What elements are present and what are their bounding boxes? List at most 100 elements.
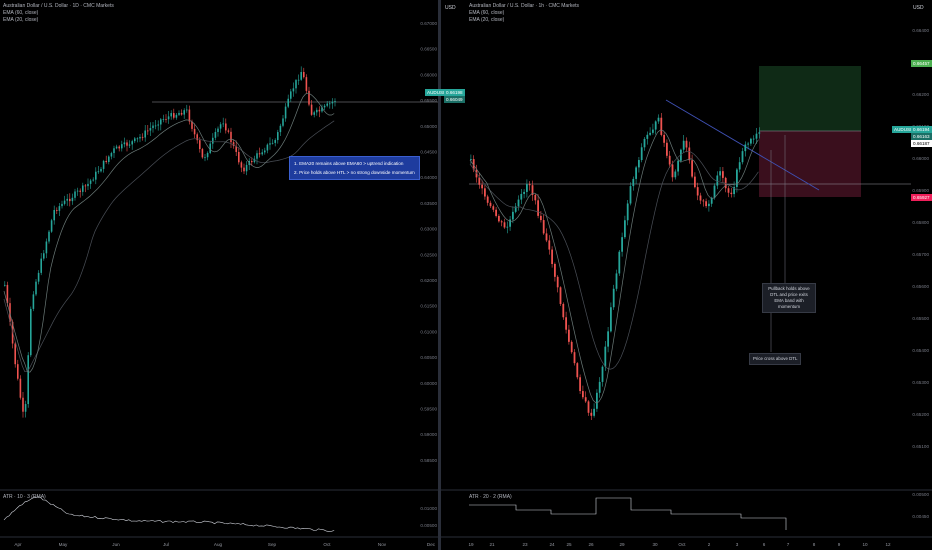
left-currency-label[interactable]: USD bbox=[445, 5, 456, 11]
left-ema20-line bbox=[3, 92, 335, 373]
right-time-label: 7 bbox=[787, 542, 790, 547]
left-time-label: Dec bbox=[427, 542, 436, 547]
right-time-label: 24 bbox=[549, 542, 555, 547]
right-candle bbox=[696, 187, 699, 196]
right-candle bbox=[607, 331, 609, 347]
right-price-tick: 0.65800 bbox=[912, 220, 929, 225]
right-candle bbox=[626, 203, 629, 221]
left-candle bbox=[256, 153, 258, 159]
right-candle bbox=[638, 160, 640, 168]
left-price-tick: 0.65500 bbox=[420, 98, 437, 103]
right-candle bbox=[534, 194, 537, 201]
left-candle bbox=[30, 308, 32, 356]
left-candle bbox=[209, 143, 211, 153]
right-candle bbox=[629, 186, 632, 204]
right-currency-label[interactable]: USD bbox=[913, 5, 924, 11]
left-candle bbox=[178, 112, 180, 115]
left-candle bbox=[32, 294, 35, 309]
left-chart-pane[interactable]: 0.67000 0.66500 0.66000 0.65500 0.65000 0.645… bbox=[0, 0, 438, 550]
left-last-price-2: 0.66049 bbox=[444, 96, 465, 103]
left-candle bbox=[141, 136, 144, 138]
right-candle bbox=[643, 138, 646, 148]
left-ema60-label: EMA (60, close) bbox=[3, 10, 39, 16]
left-candle bbox=[183, 110, 185, 115]
target-price-tag: 0.66457 bbox=[911, 60, 932, 67]
left-candle bbox=[297, 79, 300, 81]
right-candle bbox=[486, 196, 489, 203]
left-candle bbox=[126, 142, 128, 146]
left-chart-canvas[interactable]: 0.67000 0.66500 0.66000 0.65500 0.65000 0.645… bbox=[0, 0, 438, 550]
strategy-annotation-box[interactable]: 1. EMA20 remains above EMA60 > uptrend i… bbox=[289, 156, 420, 180]
left-atr-tick: 0.00500 bbox=[420, 523, 437, 528]
annotation-line-1: 1. EMA20 remains above EMA60 > uptrend i… bbox=[294, 161, 404, 166]
right-candle bbox=[568, 329, 570, 342]
cross-dtl-tooltip[interactable]: Price cross above DTL bbox=[749, 353, 802, 365]
left-candle bbox=[292, 88, 295, 92]
right-candle bbox=[612, 288, 615, 308]
right-candle bbox=[741, 151, 744, 163]
left-candle bbox=[305, 77, 308, 91]
left-candle bbox=[199, 140, 201, 150]
left-price-tick: 0.63500 bbox=[420, 201, 437, 206]
left-time-label: May bbox=[59, 542, 68, 547]
left-candle bbox=[170, 113, 172, 117]
left-candle bbox=[17, 364, 19, 379]
right-time-label: 6 bbox=[763, 542, 766, 547]
right-candle bbox=[579, 377, 581, 392]
left-candle bbox=[227, 130, 230, 132]
right-candle bbox=[738, 162, 741, 170]
pullback-tooltip[interactable]: Pullback holds above DTL and price exits… bbox=[762, 283, 816, 313]
left-candle bbox=[139, 136, 141, 139]
right-time-label: 3 bbox=[736, 542, 739, 547]
right-candle bbox=[654, 121, 657, 130]
left-candle bbox=[212, 137, 214, 144]
right-candle bbox=[671, 164, 674, 178]
left-candle bbox=[326, 103, 328, 106]
left-candle bbox=[261, 152, 263, 155]
left-price-tick: 0.66000 bbox=[420, 72, 437, 77]
right-chart-canvas[interactable]: 0.664000.663000.662000.661000.660000.659… bbox=[441, 0, 932, 550]
right-atr-tick: 0.00500 bbox=[912, 492, 929, 497]
left-candle bbox=[48, 231, 50, 242]
left-candle bbox=[318, 109, 321, 112]
left-candle bbox=[193, 128, 196, 135]
left-time-label: Sep bbox=[268, 542, 277, 547]
right-candle bbox=[624, 220, 626, 238]
left-candle bbox=[295, 80, 297, 89]
right-time-label: 9 bbox=[838, 542, 841, 547]
left-candle bbox=[230, 131, 232, 143]
left-candle bbox=[128, 144, 131, 146]
left-candle bbox=[115, 146, 118, 149]
left-price-tick: 0.62000 bbox=[420, 278, 437, 283]
left-candle bbox=[87, 183, 89, 187]
right-candle bbox=[498, 215, 500, 222]
right-candle bbox=[618, 251, 621, 274]
right-candle bbox=[682, 140, 685, 150]
left-candle bbox=[160, 119, 162, 125]
left-price-tick: 0.60500 bbox=[420, 355, 437, 360]
right-candle bbox=[582, 391, 584, 398]
right-candle bbox=[722, 171, 724, 178]
left-candle bbox=[282, 118, 284, 126]
right-last-price-2: 0.66163 bbox=[911, 133, 932, 140]
right-candle bbox=[708, 203, 710, 207]
left-candle bbox=[58, 206, 61, 211]
right-candle bbox=[520, 193, 523, 200]
left-candle bbox=[258, 153, 261, 155]
left-candle bbox=[175, 114, 178, 118]
right-candle bbox=[663, 134, 665, 143]
right-last-price: 0.66194 bbox=[911, 126, 932, 133]
right-candle bbox=[512, 211, 514, 220]
left-candle bbox=[144, 130, 146, 138]
right-candle bbox=[646, 134, 649, 139]
right-candle bbox=[758, 132, 761, 134]
right-ema60-label: EMA (60, close) bbox=[469, 10, 505, 16]
left-candle bbox=[316, 109, 318, 113]
left-candle bbox=[82, 185, 84, 192]
left-candle bbox=[329, 103, 331, 105]
left-price-tick: 0.67000 bbox=[420, 21, 437, 26]
right-candle bbox=[528, 184, 531, 186]
right-chart-pane[interactable]: 0.664000.663000.662000.661000.660000.659… bbox=[441, 0, 932, 550]
right-candle bbox=[484, 188, 486, 197]
right-candle bbox=[542, 220, 545, 234]
